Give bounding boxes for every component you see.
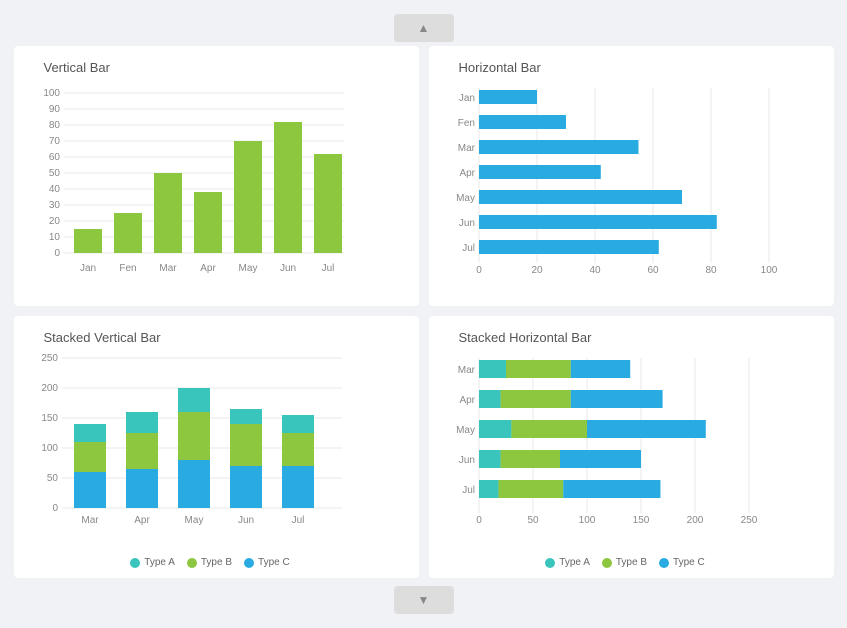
svg-text:70: 70 <box>48 136 60 147</box>
stacked-vertical-bar-chart: Stacked Vertical Bar 0 50 100 150 <box>14 316 419 578</box>
horizontal-bar-chart: Horizontal Bar 0 20 40 60 <box>429 46 834 306</box>
svg-text:0: 0 <box>476 515 482 526</box>
stacked-vertical-legend: Type A Type B Type C <box>24 557 409 568</box>
legend-h-type-c: Type C <box>659 557 705 568</box>
svg-text:80: 80 <box>705 265 717 276</box>
svg-text:100: 100 <box>43 88 60 99</box>
vertical-bar-title: Vertical Bar <box>24 60 409 75</box>
stacked-horizontal-bar-chart: Stacked Horizontal Bar 0 50 100 1 <box>429 316 834 578</box>
svg-text:100: 100 <box>41 443 58 454</box>
svg-text:60: 60 <box>48 152 60 163</box>
svg-text:20: 20 <box>531 265 543 276</box>
svg-text:Apr: Apr <box>459 395 475 406</box>
svg-text:Apr: Apr <box>134 515 150 526</box>
vertical-bar-svg: 0 10 20 30 40 50 60 70 80 90 100 <box>24 83 364 293</box>
svg-text:40: 40 <box>589 265 601 276</box>
charts-grid: Vertical Bar <box>4 46 844 578</box>
svg-text:Jul: Jul <box>462 485 475 496</box>
svg-text:Jan: Jan <box>79 263 95 274</box>
stacked-vertical-bar-svg: 0 50 100 150 200 250 <box>24 353 364 548</box>
svg-text:30: 30 <box>48 200 60 211</box>
svg-text:Apr: Apr <box>459 168 475 179</box>
svg-text:250: 250 <box>41 353 58 364</box>
legend-dot-a <box>130 558 140 568</box>
vertical-bar-area: 0 10 20 30 40 50 60 70 80 90 100 <box>24 83 409 296</box>
stacked-vertical-bar-area: 0 50 100 150 200 250 <box>24 353 409 568</box>
svg-text:Jan: Jan <box>458 93 474 104</box>
svg-text:150: 150 <box>632 515 649 526</box>
svg-text:Jun: Jun <box>458 455 474 466</box>
svg-text:Fen: Fen <box>457 118 474 129</box>
legend-type-c: Type C <box>244 557 290 568</box>
svg-text:0: 0 <box>476 265 482 276</box>
svg-text:200: 200 <box>686 515 703 526</box>
stacked-horizontal-bar-area: 0 50 100 150 200 250 <box>439 353 824 568</box>
stacked-horizontal-legend: Type A Type B Type C <box>439 557 824 568</box>
vertical-bar-chart: Vertical Bar <box>14 46 419 306</box>
svg-text:100: 100 <box>760 265 777 276</box>
stacked-vertical-bar-title: Stacked Vertical Bar <box>24 330 409 345</box>
legend-label-a: Type A <box>144 557 175 568</box>
horizontal-bar-title: Horizontal Bar <box>439 60 824 75</box>
svg-text:200: 200 <box>41 383 58 394</box>
svg-text:Jun: Jun <box>237 515 253 526</box>
svg-text:Jun: Jun <box>458 218 474 229</box>
svg-text:50: 50 <box>527 515 539 526</box>
stacked-horizontal-bar-title: Stacked Horizontal Bar <box>439 330 824 345</box>
svg-text:Mar: Mar <box>81 515 99 526</box>
legend-h-label-c: Type C <box>673 557 705 568</box>
nav-down-button[interactable]: ▼ <box>394 586 454 614</box>
svg-text:Mar: Mar <box>457 143 475 154</box>
legend-label-b: Type B <box>201 557 232 568</box>
horizontal-bar-area: 0 20 40 60 80 100 J <box>439 83 824 296</box>
svg-text:Jun: Jun <box>279 263 295 274</box>
svg-text:0: 0 <box>52 503 58 514</box>
nav-up-button[interactable]: ▲ <box>394 14 454 42</box>
svg-text:60: 60 <box>647 265 659 276</box>
svg-text:90: 90 <box>48 104 60 115</box>
svg-text:50: 50 <box>48 168 60 179</box>
horizontal-bar-svg: 0 20 40 60 80 100 J <box>439 83 809 293</box>
svg-text:Apr: Apr <box>200 263 216 274</box>
legend-h-dot-a <box>545 558 555 568</box>
svg-text:40: 40 <box>48 184 60 195</box>
svg-text:Jul: Jul <box>462 243 475 254</box>
legend-dot-b <box>187 558 197 568</box>
svg-text:10: 10 <box>48 232 60 243</box>
chevron-down-icon: ▼ <box>418 593 430 607</box>
legend-h-dot-b <box>602 558 612 568</box>
legend-h-label-a: Type A <box>559 557 590 568</box>
svg-text:Mar: Mar <box>457 365 475 376</box>
chevron-up-icon: ▲ <box>418 21 430 35</box>
svg-text:May: May <box>184 515 203 526</box>
svg-text:100: 100 <box>578 515 595 526</box>
svg-text:80: 80 <box>48 120 60 131</box>
svg-text:Jul: Jul <box>321 263 334 274</box>
legend-dot-c <box>244 558 254 568</box>
svg-text:0: 0 <box>54 248 60 259</box>
legend-h-type-a: Type A <box>545 557 590 568</box>
legend-h-label-b: Type B <box>616 557 647 568</box>
legend-type-a: Type A <box>130 557 175 568</box>
svg-text:May: May <box>456 425 475 436</box>
legend-h-dot-c <box>659 558 669 568</box>
svg-text:20: 20 <box>48 216 60 227</box>
svg-text:50: 50 <box>46 473 58 484</box>
stacked-horizontal-bar-svg: 0 50 100 150 200 250 <box>439 353 809 548</box>
svg-text:May: May <box>456 193 475 204</box>
legend-label-c: Type C <box>258 557 290 568</box>
svg-text:150: 150 <box>41 413 58 424</box>
legend-h-type-b: Type B <box>602 557 647 568</box>
svg-text:Mar: Mar <box>159 263 177 274</box>
svg-text:Jul: Jul <box>291 515 304 526</box>
legend-type-b: Type B <box>187 557 232 568</box>
svg-text:Fen: Fen <box>119 263 136 274</box>
svg-text:May: May <box>238 263 257 274</box>
svg-text:250: 250 <box>740 515 757 526</box>
